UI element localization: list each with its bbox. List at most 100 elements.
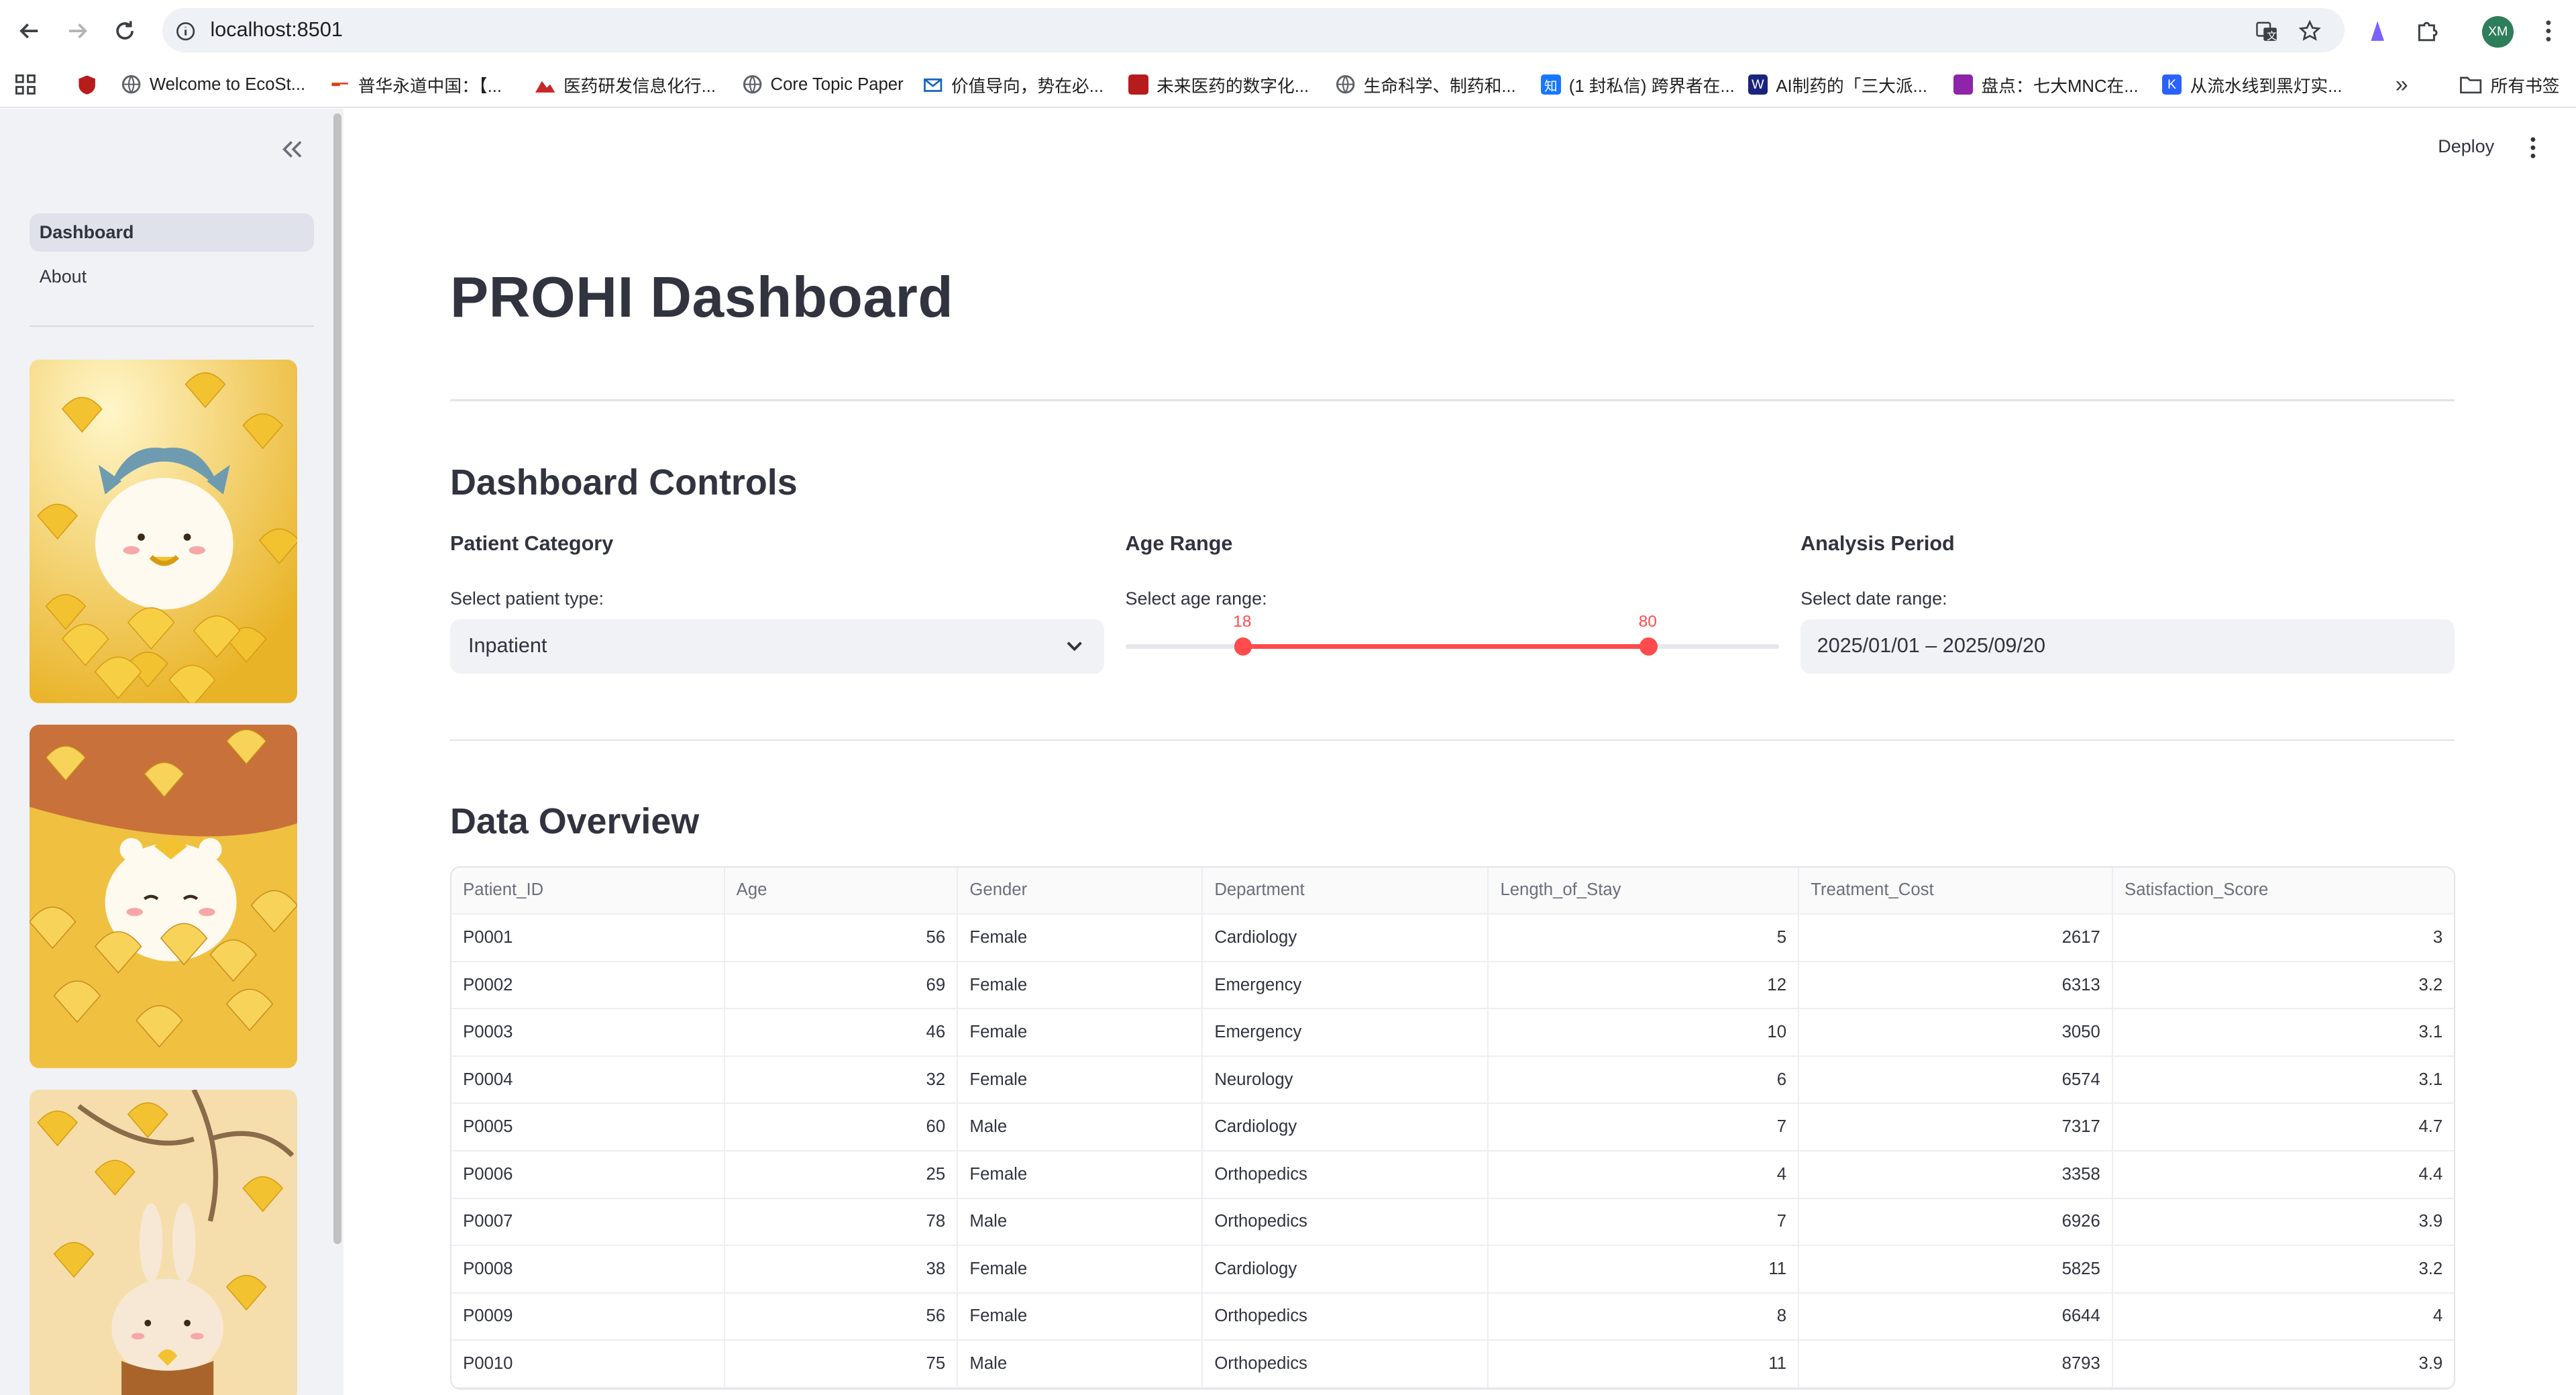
bookmark-item[interactable]: Core Topic Paper: [743, 72, 904, 97]
table-cell[interactable]: P0001: [451, 914, 725, 962]
table-cell[interactable]: Neurology: [1202, 1055, 1489, 1104]
table-cell[interactable]: Orthopedics: [1202, 1198, 1489, 1247]
table-cell[interactable]: P0010: [451, 1340, 725, 1388]
profile-avatar[interactable]: XM: [2482, 16, 2514, 48]
table-cell[interactable]: 3.2: [2112, 1245, 2455, 1294]
table-cell[interactable]: 10: [1488, 1009, 1800, 1057]
table-cell[interactable]: P0002: [451, 961, 725, 1010]
table-cell[interactable]: 3358: [1799, 1150, 2113, 1199]
all-bookmarks-folder[interactable]: 所有书签: [2459, 72, 2559, 97]
table-cell[interactable]: Female: [957, 1292, 1203, 1341]
table-cell[interactable]: Orthopedics: [1202, 1340, 1489, 1388]
column-header[interactable]: Patient_ID: [451, 867, 725, 915]
browser-menu-icon[interactable]: [2532, 15, 2565, 48]
column-header[interactable]: Age: [724, 867, 959, 915]
table-cell[interactable]: 7: [1488, 1198, 1800, 1247]
forward-icon[interactable]: [61, 15, 94, 48]
table-cell[interactable]: 4: [1488, 1150, 1800, 1199]
table-cell[interactable]: Male: [957, 1340, 1203, 1388]
address-bar[interactable]: localhost:8501 文: [162, 8, 2345, 53]
table-row[interactable]: P0004 32 Female Neurology 6 6574 3.1: [451, 1055, 2455, 1104]
table-row[interactable]: P0001 56 Female Cardiology 5 2617 3: [451, 914, 2455, 962]
table-cell[interactable]: 6: [1488, 1055, 1800, 1104]
url-text[interactable]: localhost:8501: [210, 18, 342, 42]
column-header[interactable]: Length_of_Stay: [1488, 867, 1800, 915]
table-cell[interactable]: 6574: [1799, 1055, 2113, 1104]
table-cell[interactable]: P0007: [451, 1198, 725, 1247]
table-cell[interactable]: 56: [724, 914, 959, 962]
table-cell[interactable]: P0006: [451, 1150, 725, 1199]
column-header[interactable]: Treatment_Cost: [1799, 867, 2113, 915]
column-header[interactable]: Gender: [957, 867, 1203, 915]
table-cell[interactable]: 11: [1488, 1340, 1800, 1388]
bookmark-item[interactable]: 未来医药的数字化...: [1128, 72, 1309, 97]
table-cell[interactable]: Male: [957, 1198, 1203, 1247]
table-cell[interactable]: 25: [724, 1150, 959, 1199]
table-cell[interactable]: Cardiology: [1202, 1245, 1489, 1294]
table-cell[interactable]: 3050: [1799, 1009, 2113, 1057]
age-slider-high-handle[interactable]: [1639, 637, 1658, 656]
table-row[interactable]: P0002 69 Female Emergency 12 6313 3.2: [451, 961, 2455, 1010]
table-cell[interactable]: Cardiology: [1202, 914, 1489, 962]
table-cell[interactable]: 6313: [1799, 961, 2113, 1010]
table-cell[interactable]: P0008: [451, 1245, 725, 1294]
table-cell[interactable]: 6926: [1799, 1198, 2113, 1247]
extensions-puzzle-icon[interactable]: [2410, 15, 2443, 48]
column-header[interactable]: Satisfaction_Score: [2112, 867, 2455, 915]
table-cell[interactable]: 5: [1488, 914, 1800, 962]
table-row[interactable]: P0010 75 Male Orthopedics 11 8793 3.9: [451, 1340, 2455, 1388]
extension-app-icon[interactable]: [2361, 15, 2394, 48]
bookmark-item[interactable]: 知 (1 封私信) 跨界者在...: [1541, 72, 1735, 97]
table-cell[interactable]: 12: [1488, 961, 1800, 1010]
table-cell[interactable]: Female: [957, 1150, 1203, 1199]
table-cell[interactable]: 11: [1488, 1245, 1800, 1294]
bookmark-item[interactable]: 医药研发信息化行...: [535, 72, 716, 97]
table-cell[interactable]: 5825: [1799, 1245, 2113, 1294]
table-cell[interactable]: 8: [1488, 1292, 1800, 1341]
table-cell[interactable]: P0004: [451, 1055, 725, 1104]
table-cell[interactable]: 4.4: [2112, 1150, 2455, 1199]
bookmark-item[interactable]: 价值导向，势在必...: [923, 72, 1104, 97]
table-cell[interactable]: P0009: [451, 1292, 725, 1341]
table-cell[interactable]: 7: [1488, 1103, 1800, 1151]
deploy-button[interactable]: Deploy: [2438, 136, 2494, 157]
table-cell[interactable]: Female: [957, 961, 1203, 1010]
shield-extension-icon[interactable]: [77, 72, 97, 97]
bookmark-item[interactable]: Welcome to EcoSt...: [121, 72, 305, 97]
table-row[interactable]: P0008 38 Female Cardiology 11 5825 3.2: [451, 1245, 2455, 1294]
table-cell[interactable]: Female: [957, 1245, 1203, 1294]
table-cell[interactable]: Male: [957, 1103, 1203, 1151]
age-slider-low-handle[interactable]: [1234, 637, 1252, 656]
bookmark-item[interactable]: 盘点：七大MNC在...: [1953, 72, 2139, 97]
table-cell[interactable]: 60: [724, 1103, 959, 1151]
table-cell[interactable]: 3.9: [2112, 1198, 2455, 1247]
column-header[interactable]: Department: [1202, 867, 1489, 915]
table-cell[interactable]: 3.2: [2112, 961, 2455, 1010]
more-bookmarks-icon[interactable]: »: [2396, 72, 2408, 97]
table-cell[interactable]: 3: [2112, 914, 2455, 962]
table-cell[interactable]: Emergency: [1202, 1009, 1489, 1057]
table-cell[interactable]: 32: [724, 1055, 959, 1104]
table-cell[interactable]: P0003: [451, 1009, 725, 1057]
table-cell[interactable]: Orthopedics: [1202, 1150, 1489, 1199]
table-cell[interactable]: 2617: [1799, 914, 2113, 962]
table-row[interactable]: P0006 25 Female Orthopedics 4 3358 4.4: [451, 1150, 2455, 1199]
table-cell[interactable]: 75: [724, 1340, 959, 1388]
table-cell[interactable]: 3.1: [2112, 1009, 2455, 1057]
table-row[interactable]: P0009 56 Female Orthopedics 8 6644 4: [451, 1292, 2455, 1341]
patient-type-select[interactable]: Inpatient: [450, 619, 1104, 674]
bookmark-star-icon[interactable]: [2295, 16, 2324, 46]
table-row[interactable]: P0005 60 Male Cardiology 7 7317 4.7: [451, 1103, 2455, 1151]
table-cell[interactable]: 4: [2112, 1292, 2455, 1341]
site-info-icon[interactable]: [171, 16, 201, 46]
nav-item-about[interactable]: About: [30, 258, 314, 295]
table-cell[interactable]: P0005: [451, 1103, 725, 1151]
bookmark-item[interactable]: K 从流水线到黑灯实...: [2161, 72, 2343, 97]
table-cell[interactable]: 56: [724, 1292, 959, 1341]
table-cell[interactable]: 3.1: [2112, 1055, 2455, 1104]
translate-icon[interactable]: 文: [2253, 16, 2282, 46]
bookmark-item[interactable]: W AI制药的「三大派...: [1748, 72, 1927, 97]
table-cell[interactable]: 8793: [1799, 1340, 2113, 1388]
table-cell[interactable]: 3.9: [2112, 1340, 2455, 1388]
bookmark-item[interactable]: 普华永道中国：【...: [330, 72, 502, 97]
